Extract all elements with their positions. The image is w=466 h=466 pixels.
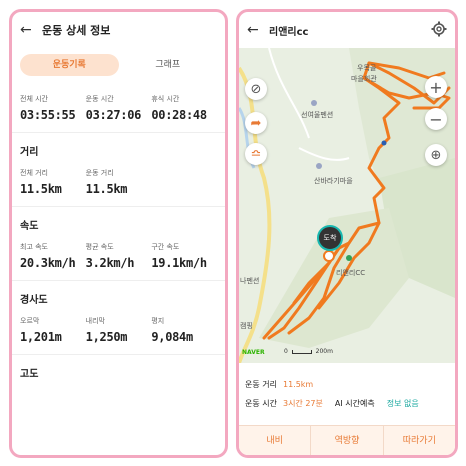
navi-button[interactable]: 내비	[239, 426, 312, 455]
stat-value: 19.1km/h	[151, 256, 207, 270]
stat-label: 전체 시간	[20, 95, 48, 103]
speed-section: 속도 최고 속도 20.3km/h 평균 속도 3.2km/h 구간 속도 19…	[12, 207, 225, 281]
locate-icon[interactable]: ⊕	[425, 144, 447, 166]
map-label-village-2: 산바라기마을	[314, 177, 353, 185]
section-title: 고도	[20, 369, 39, 380]
map-label-pension: 선여울펜션	[301, 111, 334, 119]
route-map[interactable]: 우목골 마을회관 선여울펜션 산바라기마을 리앤리CC 나펜션 캠핑 도착 ⊘ …	[239, 48, 455, 363]
no-direction-icon[interactable]: ⊘	[245, 78, 267, 100]
ai-label: AI 시간예측	[334, 399, 375, 408]
map-label-camping: 캠핑	[240, 322, 253, 330]
stat-label: 최고 속도	[20, 243, 48, 251]
distance-section: 거리 전체 거리 11.5km 운동 거리 11.5km	[12, 133, 225, 207]
stat-label: 휴식 시간	[151, 95, 180, 103]
header: ← 운동 상세 정보	[12, 12, 225, 48]
stat-rest-time: 휴식 시간 00:28:48	[151, 94, 217, 122]
route-info: 운동 거리 11.5km 운동 시간 3시간 27분 AI 시간예측 정보 없음	[239, 365, 455, 409]
slope-icon[interactable]: ≏	[245, 143, 267, 165]
stat-value: 1,201m	[20, 330, 62, 344]
stat-value: 11.5km	[20, 182, 62, 196]
stat-label: 전체 거리	[20, 169, 48, 177]
stat-exercise-time: 운동 시간 03:27:06	[86, 94, 152, 122]
compass-icon[interactable]: ➦	[245, 112, 267, 134]
follow-button[interactable]: 따라가기	[384, 426, 455, 455]
map-scale: 0 200m	[284, 348, 333, 355]
reverse-button[interactable]: 역방향	[311, 426, 384, 455]
map-label-village: 우목골	[357, 64, 377, 72]
stat-exercise-distance: 운동 거리 11.5km	[86, 168, 152, 196]
stat-uphill: 오르막 1,201m	[20, 316, 86, 344]
arrival-marker[interactable]: 도착	[317, 225, 343, 251]
time-label: 운동 시간	[245, 399, 277, 408]
stat-avg-speed: 평균 속도 3.2km/h	[86, 242, 152, 270]
slope-section: 경사도 오르막 1,201m 내리막 1,250m 평지 9,084m	[12, 281, 225, 355]
stat-value: 00:28:48	[151, 108, 207, 122]
tab-bar: 운동기록 그래프	[20, 52, 217, 78]
tab-graph[interactable]: 그래프	[119, 54, 218, 76]
altitude-section: 고도	[12, 355, 225, 386]
stat-label: 평지	[151, 317, 165, 325]
stat-value: 11.5km	[85, 182, 128, 196]
stat-total-distance: 전체 거리 11.5km	[20, 168, 86, 196]
header: ← 리앤리cc	[239, 12, 455, 48]
time-section: 전체 시간 03:55:55 운동 시간 03:27:06 휴식 시간 00:2…	[12, 94, 225, 133]
page-title: 리앤리cc	[269, 26, 309, 38]
zoom-in-icon[interactable]: +	[425, 76, 447, 98]
workout-detail-panel: ← 운동 상세 정보 운동기록 그래프 전체 시간 03:55:55 운동 시간…	[9, 9, 228, 458]
stat-value: 1,250m	[85, 330, 128, 344]
stat-label: 오르막	[20, 317, 40, 325]
stat-flat: 평지 9,084m	[151, 316, 217, 344]
map-canvas	[239, 48, 455, 363]
back-arrow-icon[interactable]: ←	[20, 22, 42, 38]
map-label-hall: 마을회관	[351, 75, 377, 83]
gear-icon[interactable]	[431, 21, 447, 37]
back-arrow-icon[interactable]: ←	[247, 22, 269, 38]
map-label-cc: 리앤리CC	[336, 269, 366, 277]
page-title: 운동 상세 정보	[42, 24, 111, 37]
stat-value: 9,084m	[151, 330, 193, 344]
stat-label: 운동 시간	[85, 95, 114, 103]
section-title: 속도	[20, 221, 39, 232]
map-label-pension-2: 나펜션	[240, 277, 260, 285]
time-value: 3시간 27분	[282, 399, 323, 408]
section-title: 경사도	[20, 295, 48, 306]
stat-label: 운동 거리	[85, 169, 114, 177]
scale-zero: 0	[284, 348, 288, 355]
stat-label: 구간 속도	[151, 243, 180, 251]
stat-value: 20.3km/h	[20, 256, 76, 270]
tab-record[interactable]: 운동기록	[20, 54, 119, 76]
distance-value: 11.5km	[282, 380, 314, 389]
stat-value: 3.2km/h	[85, 256, 135, 270]
stat-max-speed: 최고 속도 20.3km/h	[20, 242, 86, 270]
stat-value: 03:55:55	[20, 108, 76, 122]
distance-label: 운동 거리	[245, 380, 277, 389]
stat-downhill: 내리막 1,250m	[86, 316, 152, 344]
action-bar: 내비 역방향 따라가기	[239, 425, 455, 455]
naver-logo: NAVER	[242, 349, 265, 356]
scale-label: 200m	[315, 348, 333, 355]
stat-label: 평균 속도	[85, 243, 114, 251]
stat-value: 03:27:06	[85, 108, 142, 122]
zoom-out-icon[interactable]: −	[425, 108, 447, 130]
stat-section-speed: 구간 속도 19.1km/h	[151, 242, 217, 270]
stat-total-time: 전체 시간 03:55:55	[20, 94, 86, 122]
ai-value: 정보 없음	[386, 399, 419, 408]
route-map-panel: ← 리앤리cc 우목골 마을회관 선여울펜션 산바라기마을 리앤리CC 나펜션 …	[236, 9, 458, 458]
stat-label: 내리막	[85, 317, 105, 325]
section-title: 거리	[20, 147, 39, 158]
